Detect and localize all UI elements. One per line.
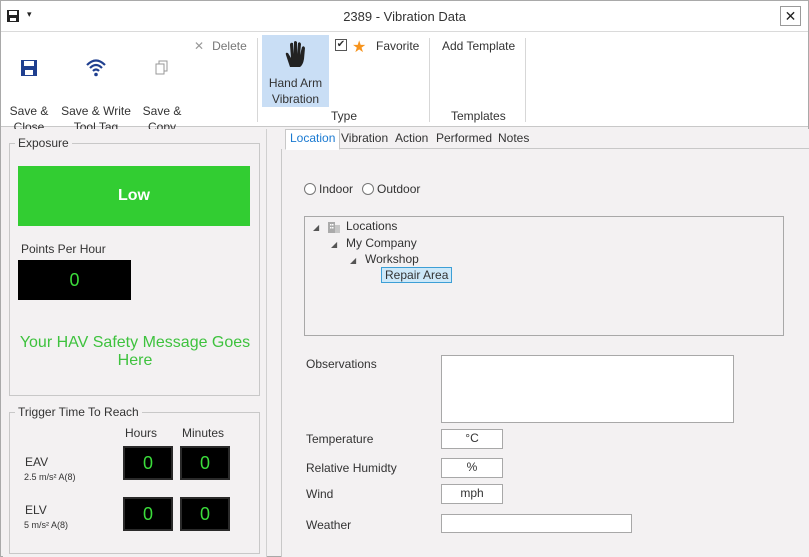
elv-sublabel: 5 m/s² A(8) [24, 520, 69, 530]
wind-label: Wind [306, 487, 334, 501]
tree-node-workshop[interactable]: Workshop [365, 252, 419, 266]
ribbon-separator [257, 38, 258, 122]
tab-strip: Location Vibration Action Performed Note… [285, 129, 809, 150]
building-icon [328, 222, 340, 233]
eav-minutes-value: 0 [180, 446, 230, 480]
left-panel: Exposure Low Points Per Hour 0 Your HAV … [3, 129, 267, 557]
delete-button[interactable]: ✕ Delete [194, 39, 247, 53]
points-per-hour-value: 0 [18, 260, 131, 300]
trigger-time-group: Trigger Time To Reach Hours Minutes EAV … [9, 405, 260, 554]
minutes-header: Minutes [182, 426, 225, 440]
location-tree[interactable]: ◢ Locations ◢ My Company ◢ Workshop Repa… [304, 216, 784, 336]
exposure-level-indicator: Low [18, 166, 250, 226]
temperature-field[interactable]: °C [441, 429, 503, 449]
tab-vibration[interactable]: Vibration [337, 131, 392, 149]
close-button[interactable]: ✕ [780, 6, 801, 26]
expand-arrow-icon[interactable]: ◢ [313, 223, 319, 232]
window-title: 2389 - Vibration Data [343, 9, 466, 24]
right-panel: Location Vibration Action Performed Note… [281, 129, 809, 557]
elv-minutes-value: 0 [180, 497, 230, 531]
exposure-legend: Exposure [15, 136, 72, 150]
safety-message: Your HAV Safety Message Goes Here [19, 334, 251, 369]
outdoor-label: Outdoor [377, 182, 421, 196]
floppy-disk-icon [21, 60, 37, 76]
trigger-time-legend: Trigger Time To Reach [15, 405, 142, 419]
indoor-label: Indoor [319, 182, 354, 196]
eav-sublabel: 2.5 m/s² A(8) [24, 472, 76, 482]
eav-label: EAV [25, 455, 49, 469]
delete-icon: ✕ [194, 39, 205, 53]
favorite-label: Favorite [376, 39, 420, 53]
ribbon-separator [525, 38, 526, 122]
tab-notes[interactable]: Notes [494, 131, 533, 149]
tab-performed[interactable]: Performed [432, 131, 496, 149]
location-tab-panel: Indoor Outdoor ◢ Locations ◢ My Company … [281, 149, 809, 557]
eav-hours-value: 0 [123, 446, 173, 480]
temperature-label: Temperature [306, 432, 374, 446]
hand-arm-vibration-button[interactable]: Hand Arm Vibration [262, 35, 329, 107]
type-group-label: Type [331, 109, 358, 123]
save-copy-button[interactable]: Save & Copy [141, 43, 183, 135]
hand-icon [285, 41, 305, 67]
title-bar: ▾ 2389 - Vibration Data ✕ [1, 1, 808, 32]
observations-field[interactable] [441, 355, 734, 423]
weather-field[interactable] [441, 514, 632, 533]
wireless-icon [86, 59, 106, 77]
elv-hours-value: 0 [123, 497, 173, 531]
exposure-group: Exposure Low Points Per Hour 0 Your HAV … [9, 136, 260, 396]
hours-header: Hours [125, 426, 158, 440]
ribbon: Save & Close Save & Write Tool Tag Save … [1, 32, 808, 134]
save-close-button[interactable]: Save & Close [9, 43, 49, 135]
expand-arrow-icon[interactable]: ◢ [331, 240, 337, 249]
ribbon-separator [429, 38, 430, 122]
copy-icon [155, 60, 168, 75]
outdoor-radio[interactable] [362, 183, 374, 195]
elv-label: ELV [25, 503, 47, 517]
humidity-label: Relative Humidty [306, 461, 397, 475]
add-template-button[interactable]: Add Template [442, 39, 515, 53]
save-write-tool-tag-button[interactable]: Save & Write Tool Tag [60, 41, 132, 135]
observations-label: Observations [306, 357, 377, 371]
tree-node-company[interactable]: My Company [346, 236, 417, 250]
vibration-data-window: ▾ 2389 - Vibration Data ✕ Save & Close S… [0, 0, 809, 557]
indoor-radio[interactable] [304, 183, 316, 195]
hand-arm-label: Hand Arm Vibration [268, 76, 323, 106]
tab-location[interactable]: Location [285, 129, 341, 150]
tab-action[interactable]: Action [391, 131, 432, 149]
weather-label: Weather [306, 518, 352, 532]
wind-field[interactable]: mph [441, 484, 503, 504]
delete-label: Delete [212, 39, 247, 53]
favorite-checkbox[interactable]: ✔ [335, 39, 347, 51]
tree-node-repair-area[interactable]: Repair Area [381, 267, 453, 283]
tree-node-locations[interactable]: Locations [346, 219, 397, 233]
star-icon: ★ [352, 39, 367, 56]
points-per-hour-label: Points Per Hour [21, 242, 106, 256]
templates-group-label: Templates [451, 109, 506, 123]
humidity-field[interactable]: % [441, 458, 503, 478]
expand-arrow-icon[interactable]: ◢ [350, 256, 356, 265]
